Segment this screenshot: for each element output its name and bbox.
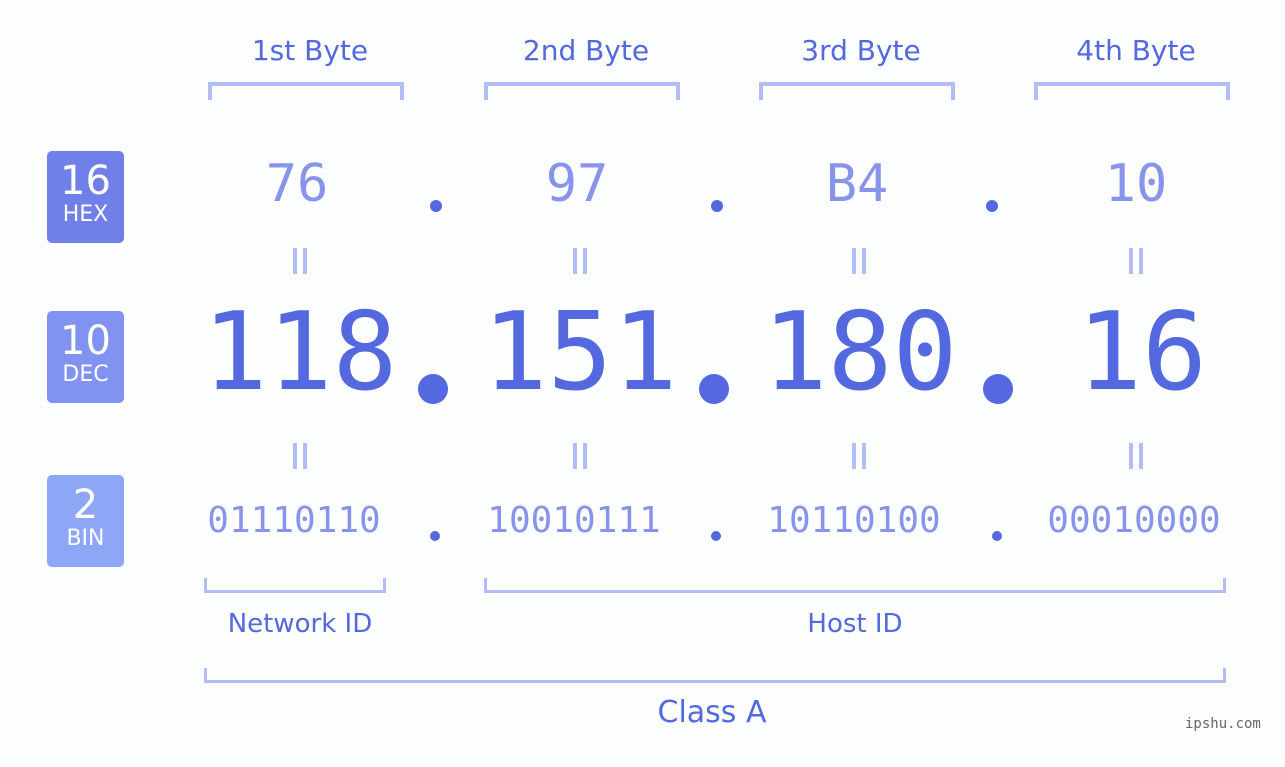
bin-byte-2: 10010111 <box>487 500 661 541</box>
equals-icon <box>291 248 309 274</box>
hex-byte-2: 97 <box>545 154 609 214</box>
host-id-bracket <box>484 578 1226 593</box>
dec-dot-2 <box>699 374 729 404</box>
dec-dot-3 <box>983 374 1013 404</box>
hex-badge-label: HEX <box>62 202 109 227</box>
watermark: ipshu.com <box>1185 716 1261 732</box>
hex-badge: 16 HEX <box>47 151 124 243</box>
dec-byte-3: 180 <box>762 290 958 415</box>
hex-byte-4: 10 <box>1104 154 1168 214</box>
bin-dot-2 <box>711 531 721 541</box>
equals-icon <box>1127 443 1145 469</box>
bin-badge-base: 2 <box>72 482 99 528</box>
byte-label-1: 1st Byte <box>251 34 369 67</box>
host-id-label: Host ID <box>807 609 903 639</box>
hex-byte-1: 76 <box>265 154 329 214</box>
network-id-bracket <box>204 578 386 593</box>
equals-icon <box>850 248 868 274</box>
equals-icon <box>850 443 868 469</box>
hex-byte-3: B4 <box>825 154 889 214</box>
equals-icon <box>1127 248 1145 274</box>
bin-badge: 2 BIN <box>47 475 124 567</box>
hex-dot-1 <box>430 200 442 212</box>
byte-bracket-2 <box>484 82 680 100</box>
dec-byte-1: 118 <box>202 290 398 415</box>
bin-byte-1: 01110110 <box>207 500 381 541</box>
equals-icon <box>291 443 309 469</box>
class-bracket <box>204 668 1226 683</box>
bin-byte-3: 10110100 <box>767 500 941 541</box>
hex-dot-3 <box>986 200 998 212</box>
equals-icon <box>571 443 589 469</box>
byte-label-2: 2nd Byte <box>522 34 650 67</box>
dec-byte-4: 16 <box>1076 290 1208 415</box>
equals-icon <box>571 248 589 274</box>
byte-bracket-4 <box>1034 82 1230 100</box>
bin-dot-1 <box>430 531 440 541</box>
class-label: Class A <box>657 695 767 730</box>
hex-badge-base: 16 <box>60 158 111 204</box>
bin-byte-4: 00010000 <box>1047 500 1221 541</box>
byte-bracket-3 <box>759 82 955 100</box>
dec-badge-base: 10 <box>60 318 111 364</box>
byte-label-4: 4th Byte <box>1076 34 1196 67</box>
dec-dot-1 <box>418 374 448 404</box>
hex-dot-2 <box>711 200 723 212</box>
dec-badge-label: DEC <box>62 362 109 387</box>
byte-label-3: 3rd Byte <box>801 34 921 67</box>
dec-badge: 10 DEC <box>47 311 124 403</box>
dec-byte-2: 151 <box>482 290 678 415</box>
network-id-label: Network ID <box>227 609 373 639</box>
byte-bracket-1 <box>208 82 404 100</box>
bin-dot-3 <box>992 531 1002 541</box>
bin-badge-label: BIN <box>66 526 105 551</box>
